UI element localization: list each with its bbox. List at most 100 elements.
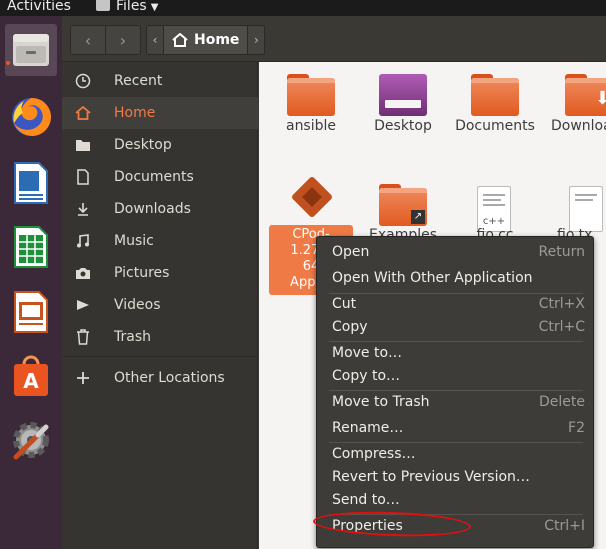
sidebar-item-downloads[interactable]: Downloads <box>62 193 258 225</box>
menu-item-label: Send to… <box>332 492 400 508</box>
dock-files[interactable] <box>5 24 57 76</box>
sidebar-item-label: Home <box>114 105 156 121</box>
dock-impress[interactable] <box>5 286 57 338</box>
sidebar-item-other-locations[interactable]: Other Locations <box>62 362 258 394</box>
sidebar-item-label: Documents <box>114 169 194 185</box>
dock-writer[interactable] <box>5 157 57 209</box>
sidebar-item-documents[interactable]: Documents <box>62 161 258 193</box>
download-arrow-icon <box>74 200 92 218</box>
caret-down-icon: ▼ <box>150 2 159 13</box>
menu-item-cut[interactable]: Cut Ctrl+X <box>317 293 593 316</box>
sidebar-item-home[interactable]: Home <box>62 97 258 129</box>
text-file-icon <box>569 186 605 232</box>
sidebar-item-videos[interactable]: Videos <box>62 289 258 321</box>
menu-item-accel: Ctrl+I <box>544 518 585 534</box>
video-icon <box>74 296 92 314</box>
places-sidebar: Recent Home Desktop Documents Downloads … <box>62 62 258 549</box>
path-home-button[interactable]: Home <box>164 25 248 55</box>
menu-item-properties[interactable]: Properties Ctrl+I <box>317 515 593 538</box>
file-name: Desktop <box>374 118 432 134</box>
sidebar-item-desktop[interactable]: Desktop <box>62 129 258 161</box>
sidebar-item-label: Videos <box>114 297 161 313</box>
dock: A <box>0 16 62 549</box>
menu-item-copy[interactable]: Copy Ctrl+C <box>317 316 593 339</box>
music-note-icon <box>74 232 92 250</box>
menu-item-label: Move to Trash <box>332 394 430 410</box>
chevron-left-icon: ‹ <box>152 33 158 47</box>
menu-item-rename[interactable]: Rename… F2 <box>317 417 593 440</box>
running-indicator <box>6 61 10 65</box>
camera-icon <box>74 264 92 282</box>
dock-settings[interactable] <box>5 414 57 466</box>
path-home-label: Home <box>194 32 240 48</box>
downloads-folder-icon: ⬇ <box>565 72 606 116</box>
sidebar-item-label: Other Locations <box>114 370 225 386</box>
dock-firefox[interactable] <box>5 91 57 143</box>
dock-software[interactable]: A <box>5 350 57 402</box>
menu-item-label: Cut <box>332 296 357 312</box>
menu-item-compress[interactable]: Compress… <box>317 443 593 466</box>
top-bar: Activities Files ▼ <box>0 0 606 16</box>
folder-icon <box>74 136 92 154</box>
app-menu[interactable]: Files ▼ <box>96 0 158 14</box>
file-name: Downloa <box>551 118 606 134</box>
context-menu: Open Return Open With Other Application … <box>316 236 594 548</box>
menu-item-label: Copy to… <box>332 368 401 384</box>
sidebar-item-music[interactable]: Music <box>62 225 258 257</box>
chevron-right-icon: › <box>119 30 127 50</box>
file-item-downloads[interactable]: ⬇ Downloa <box>543 62 606 142</box>
sidebar-item-label: Desktop <box>114 137 172 153</box>
sidebar-item-trash[interactable]: Trash <box>62 321 258 353</box>
file-name: Documents <box>455 118 535 134</box>
file-item-desktop[interactable]: Desktop <box>355 62 451 142</box>
plus-icon <box>74 369 92 387</box>
libreoffice-impress-icon <box>14 291 48 333</box>
menu-item-label: Properties <box>332 518 403 534</box>
menu-item-label: Compress… <box>332 446 416 462</box>
back-button[interactable]: ‹ <box>70 25 106 55</box>
cpp-source-icon: c++ <box>477 186 513 232</box>
firefox-icon <box>12 97 52 136</box>
sidebar-item-label: Downloads <box>114 201 191 217</box>
forward-button[interactable]: › <box>105 25 141 55</box>
menu-item-accel: Return <box>538 244 585 260</box>
menu-item-open-with[interactable]: Open With Other Application <box>317 267 593 290</box>
menu-item-label: Revert to Previous Version… <box>332 469 530 485</box>
menu-item-move-to[interactable]: Move to… <box>317 342 593 365</box>
sidebar-separator <box>62 356 258 357</box>
chevron-left-icon: ‹ <box>84 30 92 50</box>
menu-item-label: Open <box>332 244 370 260</box>
sidebar-item-label: Music <box>114 233 154 249</box>
menu-item-move-to-trash[interactable]: Move to Trash Delete <box>317 391 593 414</box>
trash-icon <box>74 328 92 346</box>
libreoffice-writer-icon <box>14 162 48 204</box>
sidebar-item-label: Recent <box>114 73 163 89</box>
menu-item-open[interactable]: Open Return <box>317 241 593 264</box>
files-app-icon <box>96 0 110 11</box>
activities-button[interactable]: Activities <box>7 0 71 14</box>
menu-item-accel: Ctrl+C <box>538 319 585 335</box>
folder-icon <box>287 72 335 116</box>
home-icon <box>74 104 92 122</box>
file-item-documents[interactable]: Documents <box>447 62 543 142</box>
libreoffice-calc-icon <box>14 226 48 268</box>
sidebar-item-label: Trash <box>114 329 151 345</box>
path-scroll-left[interactable]: ‹ <box>146 25 164 55</box>
menu-item-send-to[interactable]: Send to… <box>317 489 593 512</box>
file-item-ansible[interactable]: ansible <box>263 62 359 142</box>
menu-item-label: Move to… <box>332 345 403 361</box>
menu-item-accel: Delete <box>539 394 585 410</box>
path-bar: ‹ Home › <box>146 25 266 55</box>
menu-item-copy-to[interactable]: Copy to… <box>317 365 593 388</box>
chevron-right-icon: › <box>254 33 259 47</box>
folder-link-icon: ↗ <box>379 182 427 226</box>
sidebar-item-recent[interactable]: Recent <box>62 65 258 97</box>
files-cabinet-icon <box>13 34 49 66</box>
settings-gear-icon <box>13 422 49 460</box>
menu-item-revert[interactable]: Revert to Previous Version… <box>317 466 593 489</box>
app-menu-label: Files <box>116 0 147 14</box>
dock-calc[interactable] <box>5 221 57 273</box>
path-scroll-right[interactable]: › <box>247 25 266 55</box>
sidebar-item-pictures[interactable]: Pictures <box>62 257 258 289</box>
folder-icon <box>471 72 519 116</box>
